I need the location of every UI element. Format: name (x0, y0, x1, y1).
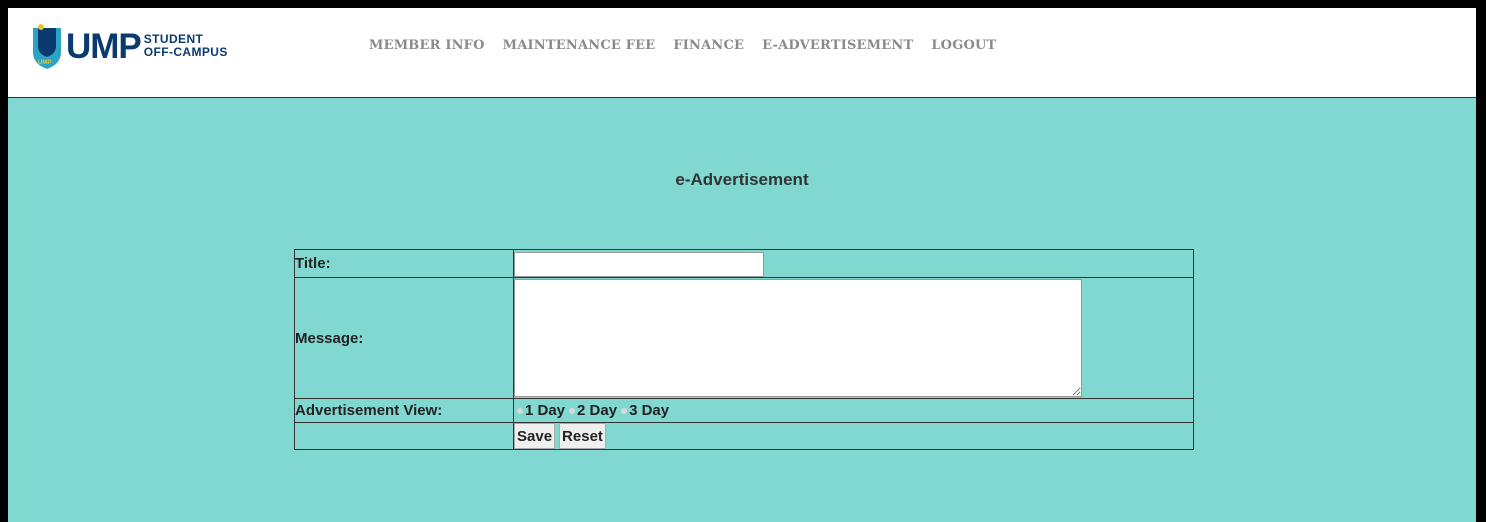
radio-1-day-label: 1 Day (525, 402, 566, 419)
radio-1-day[interactable] (517, 407, 523, 414)
nav-logout[interactable]: LOGOUT (931, 38, 996, 53)
radio-3-day[interactable] (621, 407, 628, 414)
actions-row: Save Reset (294, 422, 1194, 450)
title-label: Title: (294, 249, 514, 278)
view-cell: 1 Day 2 Day 3 Day (513, 398, 1194, 423)
nav-e-advertisement[interactable]: E-ADVERTISEMENT (762, 38, 913, 53)
logo-subtitle: STUDENT OFF-CAMPUS (144, 33, 228, 58)
view-radio-group: 1 Day 2 Day 3 Day (514, 400, 1193, 422)
save-button[interactable]: Save (514, 423, 556, 449)
actions-label-cell (294, 422, 514, 450)
view-label: Advertisement View: (294, 398, 514, 423)
message-textarea[interactable] (514, 279, 1082, 397)
title-input[interactable] (514, 251, 764, 277)
radio-2-day-label: 2 Day (577, 402, 618, 419)
main-nav: MEMBER INFO MAINTENANCE FEE FINANCE E-AD… (369, 38, 1014, 53)
message-row: Message: (294, 277, 1194, 399)
message-cell (513, 277, 1194, 399)
title-row: Title: (294, 249, 1194, 278)
nav-member-info[interactable]: MEMBER INFO (369, 38, 485, 53)
logo-subtitle-line2: OFF-CAMPUS (143, 45, 228, 59)
title-cell (513, 249, 1194, 278)
logo-text: UMP (66, 26, 142, 66)
actions-cell: Save Reset (513, 422, 1194, 450)
reset-button[interactable]: Reset (559, 423, 606, 449)
advertisement-form: Title: Message: Advertisement View: 1 Da… (294, 249, 1194, 450)
radio-2-day[interactable] (569, 407, 576, 414)
message-label: Message: (294, 277, 514, 399)
svg-text:UMP: UMP (38, 60, 51, 66)
logo[interactable]: UMP UMP STUDENT OFF-CAMPUS (30, 24, 228, 69)
nav-finance[interactable]: FINANCE (673, 38, 744, 53)
page-title: e-Advertisement (675, 170, 809, 189)
shield-logo-icon: UMP (33, 24, 61, 69)
radio-3-day-label: 3 Day (629, 402, 670, 419)
nav-maintenance-fee[interactable]: MAINTENANCE FEE (503, 38, 656, 53)
header: UMP UMP STUDENT OFF-CAMPUS MEMBER INFO M… (8, 8, 1476, 98)
page-frame: UMP UMP STUDENT OFF-CAMPUS MEMBER INFO M… (8, 8, 1476, 522)
view-row: Advertisement View: 1 Day 2 Day 3 Day (294, 398, 1194, 423)
